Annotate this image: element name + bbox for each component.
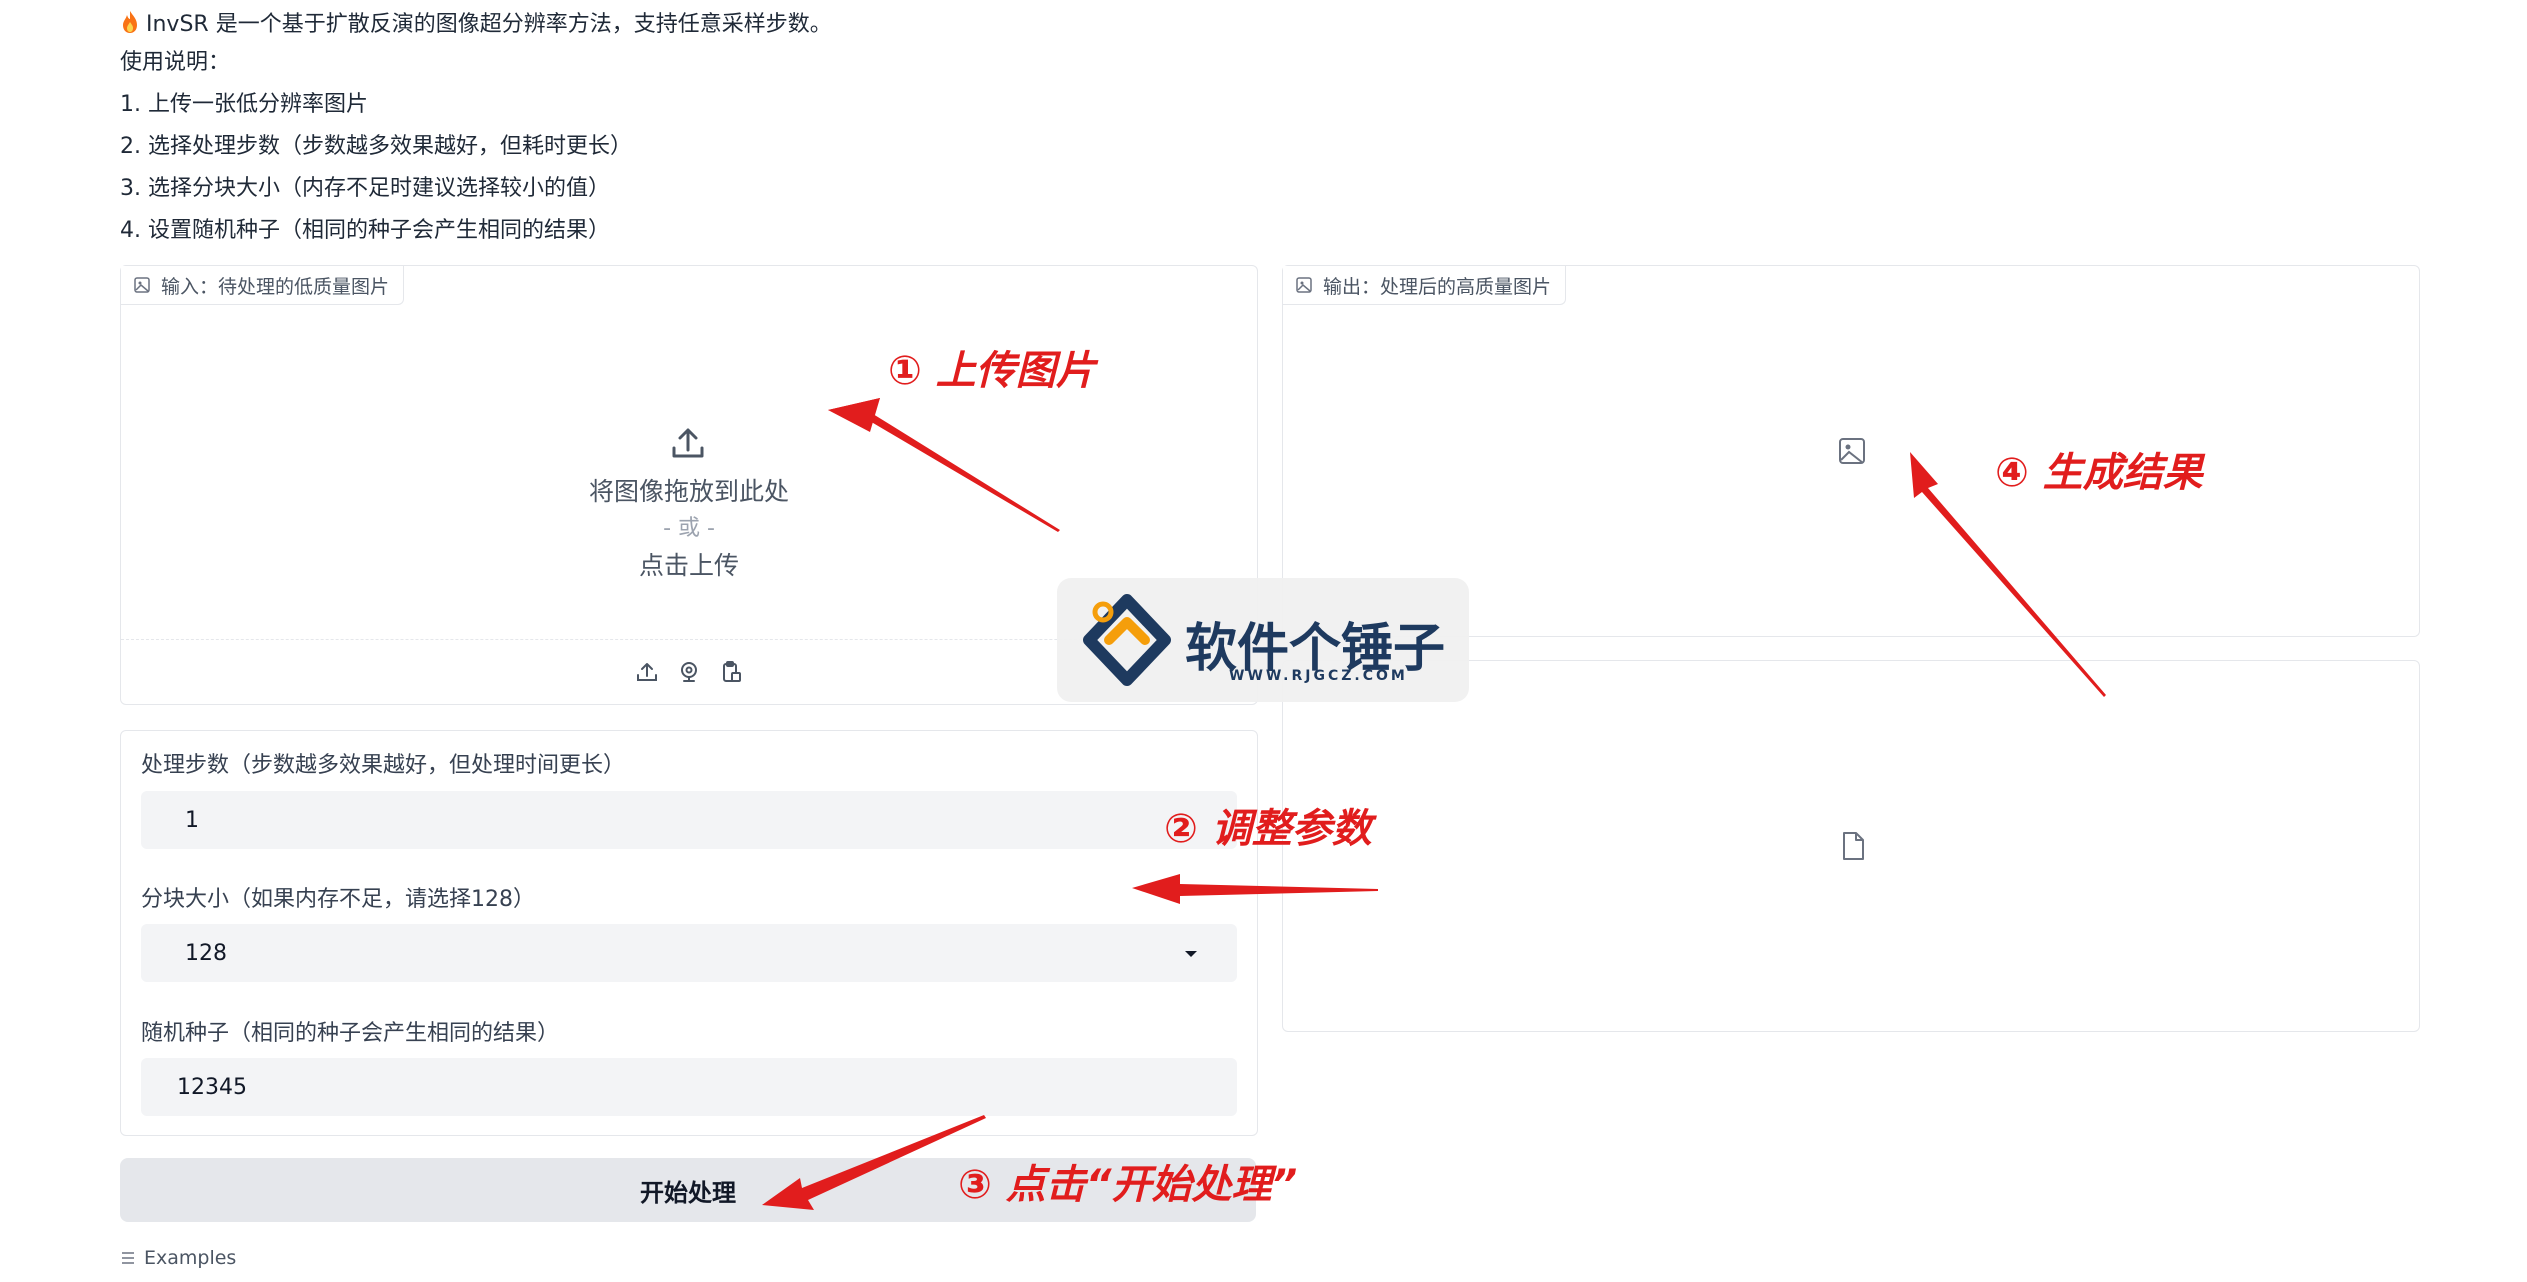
webcam-icon[interactable] bbox=[677, 660, 701, 684]
seed-label: 随机种子（相同的种子会产生相同的结果） bbox=[141, 1021, 560, 1046]
drop-text: 将图像拖放到此处 bbox=[588, 477, 789, 506]
annotation-step-2: ② 调整参数 bbox=[1164, 806, 1372, 852]
usage-step: 3. 选择分块大小（内存不足时建议选择较小的值） bbox=[120, 176, 610, 201]
parameters-panel: 处理步数（步数越多效果越好，但处理时间更长） 1 分块大小（如果内存不足，请选择… bbox=[120, 730, 1258, 1136]
watermark-url: WWW.RJGCZ.COM bbox=[1229, 668, 1408, 684]
or-text: - 或 - bbox=[663, 516, 715, 541]
annotation-step-1: ① 上传图片 bbox=[888, 348, 1096, 394]
image-placeholder-icon bbox=[1839, 438, 1865, 464]
output-file-panel bbox=[1282, 660, 2420, 1032]
intro-title: InvSR 是一个基于扩散反演的图像超分辨率方法，支持任意采样步数。 bbox=[120, 6, 832, 38]
intro-title-text: InvSR 是一个基于扩散反演的图像超分辨率方法，支持任意采样步数。 bbox=[146, 12, 832, 37]
dropdown-arrow-icon bbox=[1185, 951, 1197, 957]
usage-step: 4. 设置随机种子（相同的种子会产生相同的结果） bbox=[120, 218, 610, 243]
input-panel-label: 输入：待处理的低质量图片 bbox=[121, 266, 405, 305]
file-placeholder-icon bbox=[1843, 832, 1864, 860]
image-icon bbox=[134, 277, 150, 293]
image-icon bbox=[1296, 277, 1312, 293]
usage-heading: 使用说明： bbox=[120, 50, 231, 75]
click-upload-text: 点击上传 bbox=[638, 551, 739, 580]
output-panel-label: 输出：处理后的高质量图片 bbox=[1283, 266, 1567, 305]
seed-input[interactable]: 12345 bbox=[141, 1058, 1237, 1116]
upload-icon bbox=[672, 428, 704, 458]
list-icon bbox=[122, 1252, 134, 1264]
clipboard-icon[interactable] bbox=[719, 660, 743, 684]
examples-section[interactable]: Examples bbox=[120, 1247, 236, 1269]
annotation-step-3: ③ 点击“开始处理” bbox=[958, 1162, 1298, 1208]
annotation-step-4: ④ 生成结果 bbox=[1995, 450, 2203, 496]
flame-icon bbox=[123, 11, 137, 33]
watermark: 软件个锤子 WWW.RJGCZ.COM bbox=[1057, 578, 1469, 702]
usage-step: 1. 上传一张低分辨率图片 bbox=[120, 92, 368, 117]
steps-input[interactable]: 1 bbox=[141, 791, 1237, 849]
watermark-logo-icon bbox=[1083, 594, 1171, 686]
upload-icon[interactable] bbox=[635, 660, 659, 684]
chunk-size-dropdown[interactable]: 128 bbox=[141, 924, 1237, 982]
usage-step: 2. 选择处理步数（步数越多效果越好，但耗时更长） bbox=[120, 134, 632, 159]
chunk-size-label: 分块大小（如果内存不足，请选择128） bbox=[141, 887, 535, 912]
steps-label: 处理步数（步数越多效果越好，但处理时间更长） bbox=[141, 753, 626, 778]
